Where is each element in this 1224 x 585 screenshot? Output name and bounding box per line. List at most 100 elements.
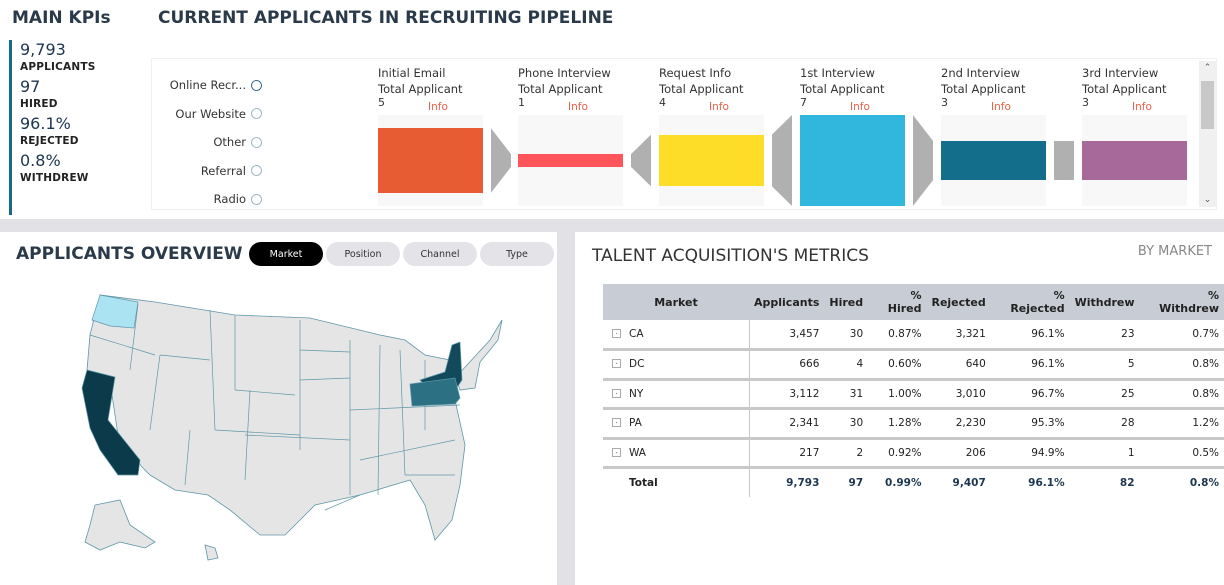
cell-pct-hired: 0.87% xyxy=(868,320,927,351)
scroll-thumb[interactable] xyxy=(1201,81,1214,129)
tab-channel[interactable]: Channel xyxy=(403,242,477,266)
cell-withdrew: 28 xyxy=(1069,408,1140,440)
table-row[interactable]: DC 666 4 0.60% 640 96.1% 5 0.8% xyxy=(603,349,1224,381)
stage-bar-area xyxy=(1082,115,1187,206)
col-hired[interactable]: Hired xyxy=(824,284,869,320)
cell-pct-rejected: 96.1% xyxy=(990,320,1070,351)
radio-circle-icon[interactable] xyxy=(251,79,262,91)
radio-circle-icon[interactable] xyxy=(251,165,262,177)
market-label: PA xyxy=(629,417,642,430)
kpi-hired: 97 HIRED xyxy=(20,77,95,111)
stage-bar-area xyxy=(378,115,483,206)
stage-name: 3rd Interview xyxy=(1082,66,1159,80)
cell-pct-hired: 0.60% xyxy=(868,349,927,381)
tab-market[interactable]: Market xyxy=(249,242,323,266)
stage-bar[interactable] xyxy=(800,115,905,206)
total-hired: 97 xyxy=(848,477,864,489)
state-hawaii[interactable] xyxy=(204,544,219,561)
stage-info-link[interactable]: Info xyxy=(991,101,1011,113)
pipeline-stage[interactable]: Request Info Total Applicant 4 Info xyxy=(659,65,764,206)
radio-other[interactable]: Other xyxy=(152,128,262,157)
radio-circle-icon[interactable] xyxy=(251,108,262,120)
vertical-scrollbar[interactable]: ⌃ ⌄ xyxy=(1199,61,1216,207)
cell-pct-withdrew: 0.8% xyxy=(1139,379,1224,410)
kpi-label: REJECTED xyxy=(20,135,79,147)
col-applicants[interactable]: Applicants xyxy=(749,284,825,320)
us-map[interactable] xyxy=(60,280,510,570)
pipeline-stage[interactable]: Phone Interview Total Applicant 1 Info xyxy=(518,65,623,206)
overview-title: APPLICANTS OVERVIEW xyxy=(16,244,243,264)
pipeline-stage[interactable]: 3rd Interview Total Applicant 3 Info xyxy=(1082,65,1187,206)
pipeline-stage[interactable]: 1st Interview Total Applicant 7 Info xyxy=(800,65,905,206)
talent-metrics-panel: TALENT ACQUISITION'S METRICS BY MARKET M… xyxy=(575,232,1224,585)
col-pct-rejected[interactable]: % Rejected xyxy=(990,284,1070,320)
expand-icon[interactable] xyxy=(612,359,621,369)
cell-pct-withdrew: 0.5% xyxy=(1139,438,1224,469)
stage-info-link[interactable]: Info xyxy=(850,101,870,113)
cell-withdrew: 25 xyxy=(1069,379,1140,410)
metrics-by-label: BY MARKET xyxy=(1137,244,1212,259)
pipeline-stage[interactable]: 2nd Interview Total Applicant 3 Info xyxy=(941,65,1046,206)
col-withdrew[interactable]: Withdrew xyxy=(1069,284,1140,320)
expand-icon[interactable] xyxy=(612,418,621,428)
funnel-connector xyxy=(772,115,792,206)
expand-icon[interactable] xyxy=(612,388,621,398)
stage-bar[interactable] xyxy=(1082,140,1187,181)
kpi-rejected: 96.1% REJECTED xyxy=(20,114,95,148)
stage-info-link[interactable]: Info xyxy=(428,101,448,113)
stage-bar[interactable] xyxy=(659,134,764,187)
table-row[interactable]: WA 217 2 0.92% 206 94.9% 1 0.5% xyxy=(603,438,1224,469)
market-label: WA xyxy=(629,446,646,459)
radio-circle-icon[interactable] xyxy=(251,136,262,148)
radio-referral[interactable]: Referral xyxy=(152,157,262,186)
table-row[interactable]: PA 2,341 30 1.28% 2,230 95.3% 28 1.2% xyxy=(603,408,1224,440)
col-pct-hired[interactable]: % Hired xyxy=(868,284,927,320)
cell-applicants: 3,112 xyxy=(749,379,825,410)
col-pct-withdrew[interactable]: % Withdrew xyxy=(1139,284,1224,320)
stage-name: Request Info xyxy=(659,66,732,80)
stage-bar[interactable] xyxy=(941,140,1046,181)
stage-info-link[interactable]: Info xyxy=(1132,101,1152,113)
stage-subtitle: Total Applicant xyxy=(1082,82,1167,96)
kpi-value: 97 xyxy=(20,77,41,96)
stage-bar[interactable] xyxy=(518,154,623,167)
kpi-label: HIRED xyxy=(20,98,58,110)
cell-withdrew: 5 xyxy=(1069,349,1140,381)
pipeline-title: CURRENT APPLICANTS IN RECRUITING PIPELIN… xyxy=(158,8,614,28)
scroll-up-icon[interactable]: ⌃ xyxy=(1199,63,1216,73)
table-row[interactable]: NY 3,112 31 1.00% 3,010 96.7% 25 0.8% xyxy=(603,379,1224,410)
cell-rejected: 2,230 xyxy=(926,408,991,440)
total-pct-rejected: 96.1% xyxy=(1028,477,1065,489)
pipeline-stage[interactable]: Initial Email Total Applicant 5 Info xyxy=(378,65,483,206)
cell-hired: 2 xyxy=(824,438,869,469)
expand-icon[interactable] xyxy=(612,329,621,338)
radio-our-website[interactable]: Our Website xyxy=(152,100,262,129)
cell-applicants: 3,457 xyxy=(749,320,825,351)
stage-bar[interactable] xyxy=(378,128,483,193)
radio-online-recruiting[interactable]: Online Recr... xyxy=(152,71,262,100)
expand-icon[interactable] xyxy=(612,447,621,457)
state-rest[interactable] xyxy=(86,294,503,541)
stage-subtitle: Total Applicant xyxy=(518,82,603,96)
cell-pct-withdrew: 1.2% xyxy=(1139,408,1224,440)
metrics-title: TALENT ACQUISITION'S METRICS xyxy=(592,246,869,266)
table-row[interactable]: CA 3,457 30 0.87% 3,321 96.1% 23 0.7% xyxy=(603,320,1224,351)
cell-pct-rejected: 96.1% xyxy=(990,349,1070,381)
top-panel: MAIN KPIs 9,793 APPLICANTS 97 HIRED 96.1% R… xyxy=(0,0,1224,219)
cell-pct-rejected: 94.9% xyxy=(990,438,1070,469)
tab-type[interactable]: Type xyxy=(480,242,554,266)
radio-circle-icon[interactable] xyxy=(251,193,262,205)
kpi-label: WITHDREW xyxy=(20,172,89,184)
cell-hired: 30 xyxy=(824,408,869,440)
radio-radio[interactable]: Radio xyxy=(152,185,262,214)
stage-info-link[interactable]: Info xyxy=(709,101,729,113)
state-alaska[interactable] xyxy=(84,499,156,551)
col-market[interactable]: Market xyxy=(603,284,749,320)
scroll-down-icon[interactable]: ⌄ xyxy=(1199,195,1216,205)
radio-label: Referral xyxy=(200,163,246,178)
col-rejected[interactable]: Rejected xyxy=(926,284,991,320)
radio-label: Online Recr... xyxy=(169,78,246,93)
tab-position[interactable]: Position xyxy=(326,242,400,266)
stage-info-link[interactable]: Info xyxy=(568,101,588,113)
cell-pct-hired: 1.00% xyxy=(868,379,927,410)
